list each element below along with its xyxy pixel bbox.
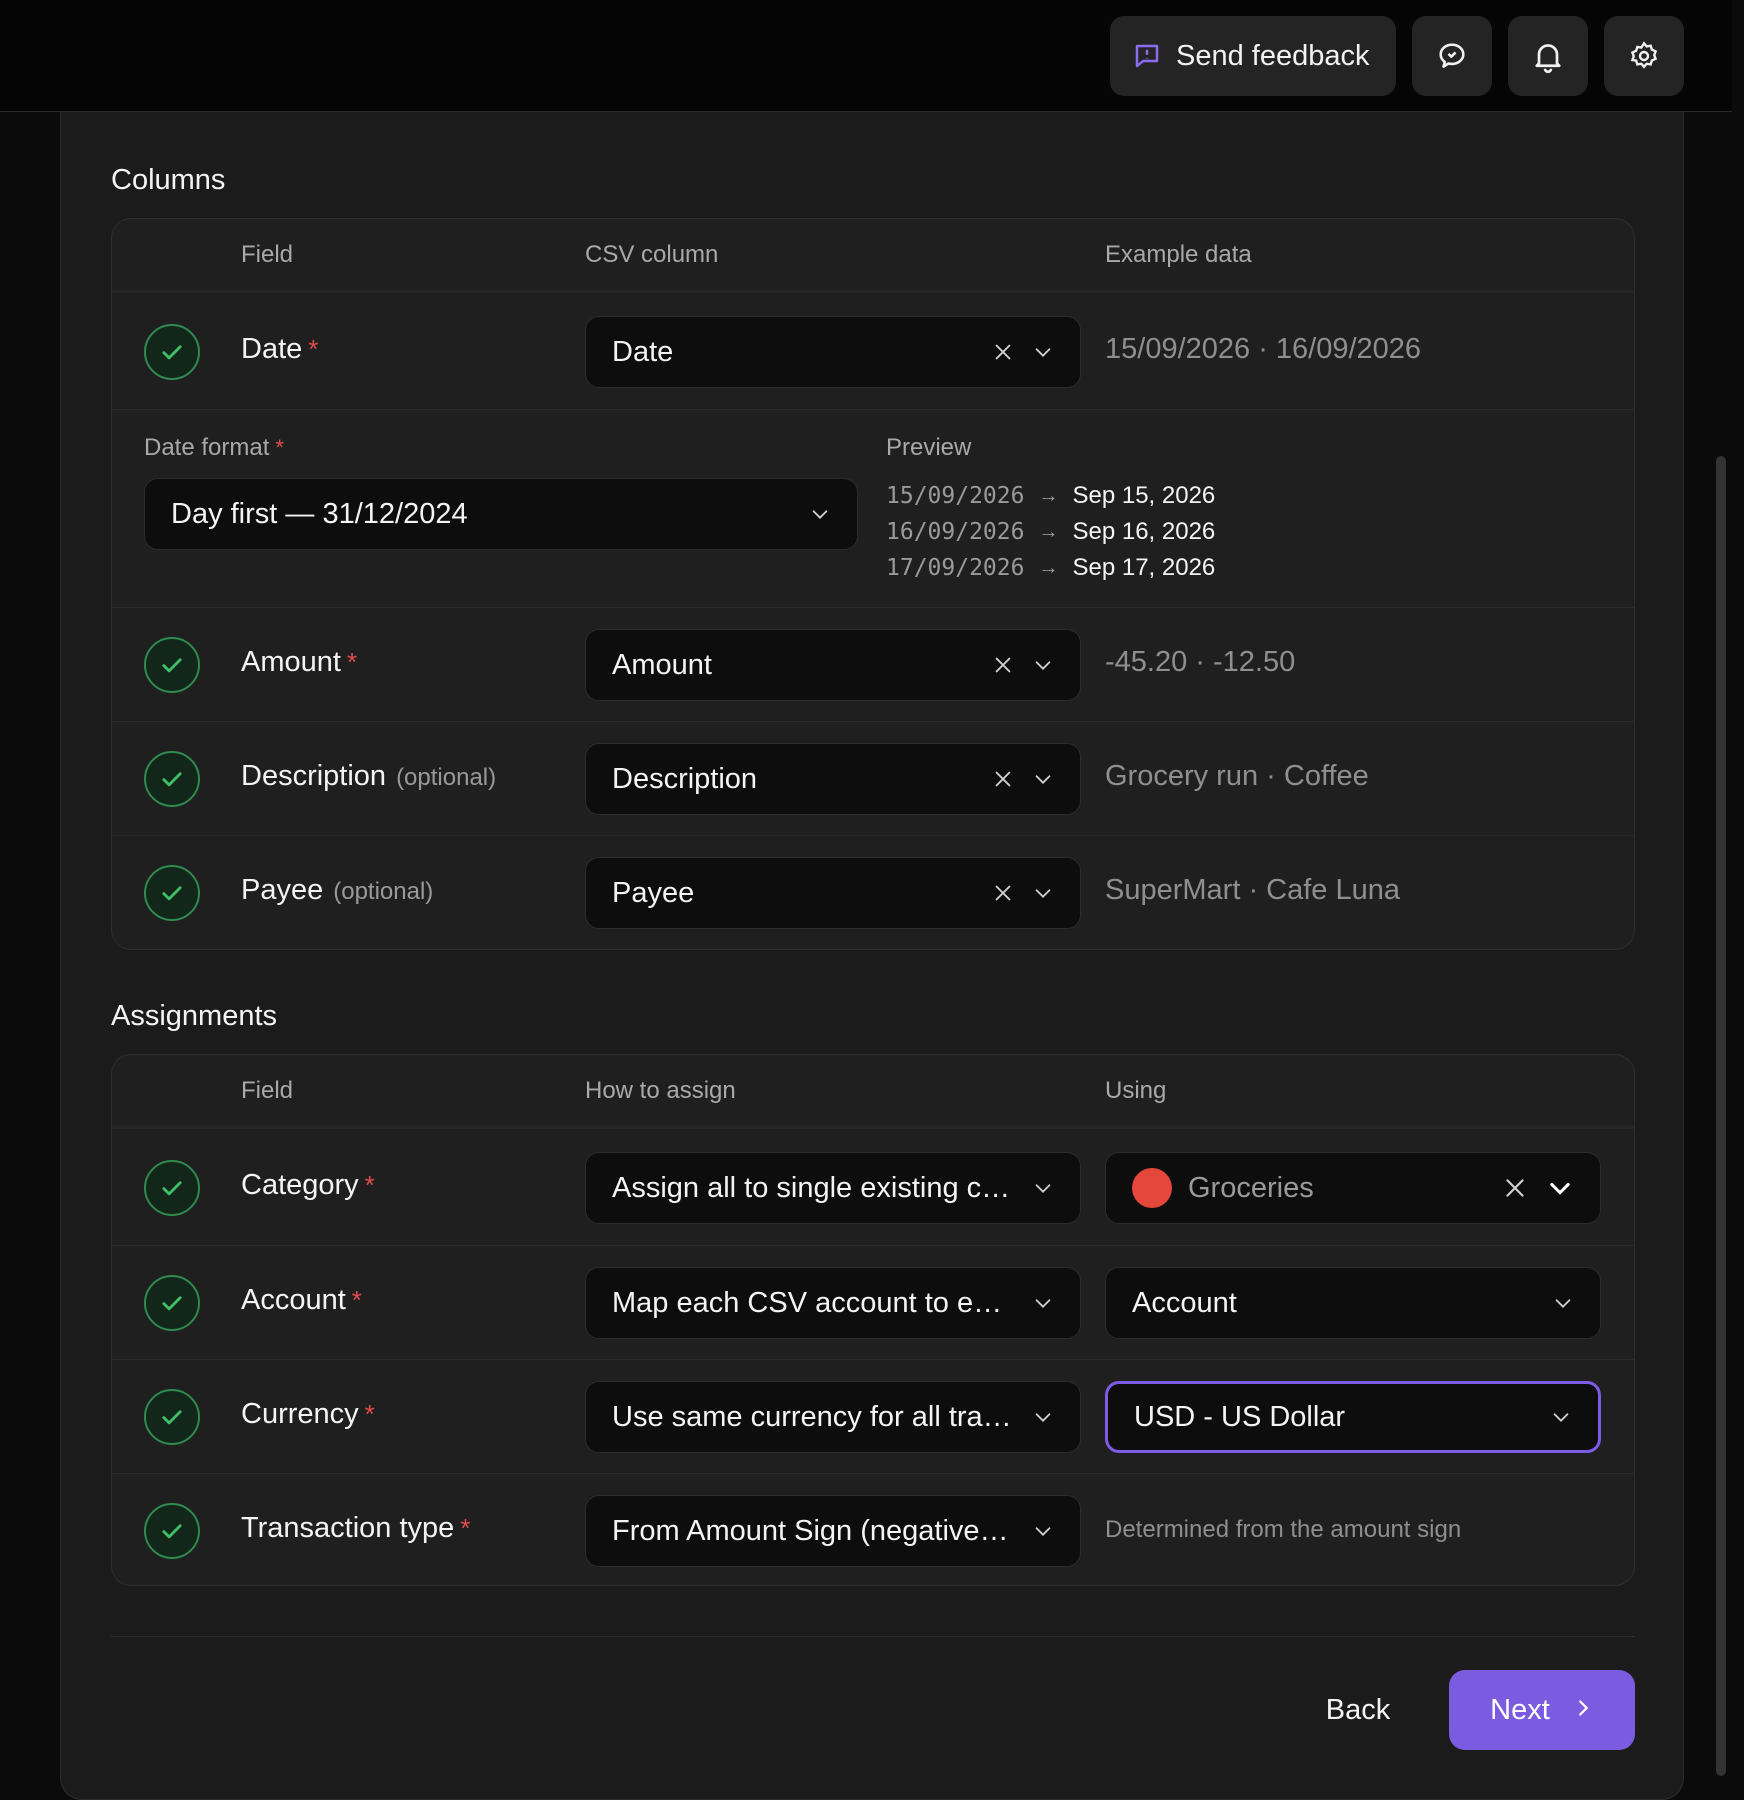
chevron-down-icon[interactable]	[1546, 1174, 1574, 1202]
scrollbar-thumb[interactable]	[1716, 456, 1726, 1776]
footer-divider	[111, 1636, 1635, 1637]
field-label-category: Category *	[241, 1169, 375, 1201]
bell-icon	[1530, 38, 1566, 74]
field-label-account: Account *	[241, 1284, 362, 1316]
date-format-row: Date format * Day first — 31/12/2024 Prev…	[112, 409, 1634, 607]
gear-icon	[1628, 40, 1660, 72]
check-icon	[144, 751, 200, 807]
chat-bubble-icon	[1435, 39, 1469, 73]
header-how-to-assign: How to assign	[585, 1077, 736, 1104]
clear-icon[interactable]	[992, 341, 1014, 363]
transaction-type-row: Transaction type * From Amount Sign (nega…	[112, 1473, 1634, 1585]
arrow-right-icon: →	[1038, 556, 1059, 579]
notifications-button[interactable]	[1508, 16, 1588, 96]
header-example-data: Example data	[1105, 241, 1252, 268]
top-bar: Send feedback	[0, 0, 1732, 112]
account-using-select[interactable]: Account	[1105, 1267, 1601, 1339]
date-format-select[interactable]: Day first — 31/12/2024	[144, 478, 858, 550]
chevron-down-icon	[1032, 1177, 1054, 1199]
date-format-label: Date format *	[144, 434, 284, 461]
chevron-right-icon	[1572, 1697, 1594, 1724]
payee-column-select[interactable]: Payee	[585, 857, 1081, 929]
header-using: Using	[1105, 1077, 1167, 1104]
currency-using-select[interactable]: USD - US Dollar	[1105, 1381, 1601, 1453]
chevron-down-icon[interactable]	[1032, 654, 1054, 676]
import-mapping-card: Columns Field CSV column Example data Da…	[60, 112, 1684, 1800]
check-icon	[144, 1389, 200, 1445]
feedback-icon	[1132, 41, 1162, 71]
date-column-select[interactable]: Date	[585, 316, 1081, 388]
send-feedback-button[interactable]: Send feedback	[1110, 16, 1396, 96]
columns-panel: Field CSV column Example data Date * Date…	[111, 218, 1635, 950]
check-icon	[144, 637, 200, 693]
field-label-transaction-type: Transaction type *	[241, 1512, 471, 1544]
chevron-down-icon	[1550, 1406, 1572, 1428]
field-label-currency: Currency *	[241, 1398, 375, 1430]
chevron-down-icon	[809, 503, 831, 525]
check-icon	[144, 1503, 200, 1559]
scrollbar-track[interactable]	[1730, 112, 1744, 1800]
amount-row: Amount * Amount -45.20 · -12.50	[112, 607, 1634, 721]
transaction-type-method-select[interactable]: From Amount Sign (negative = expense)	[585, 1495, 1081, 1567]
category-row: Category * Assign all to single existing …	[112, 1131, 1634, 1245]
clear-icon[interactable]	[992, 654, 1014, 676]
preview-label: Preview	[886, 434, 972, 461]
field-label-description: Description (optional)	[241, 760, 497, 792]
category-method-select[interactable]: Assign all to single existing category	[585, 1152, 1081, 1224]
currency-row: Currency * Use same currency for all tran…	[112, 1359, 1634, 1473]
description-row: Description (optional) Description Grocer…	[112, 721, 1634, 835]
preview-line: 17/09/2026 → Sep 17, 2026	[886, 554, 1216, 581]
chevron-down-icon[interactable]	[1032, 882, 1054, 904]
arrow-right-icon: →	[1038, 484, 1059, 507]
back-button[interactable]: Back	[1306, 1680, 1410, 1740]
amount-column-select[interactable]: Amount	[585, 629, 1081, 701]
check-icon	[144, 865, 200, 921]
arrow-right-icon: →	[1038, 520, 1059, 543]
amount-example: -45.20 · -12.50	[1105, 646, 1296, 678]
preview-line: 16/09/2026 → Sep 16, 2026	[886, 518, 1216, 545]
next-button[interactable]: Next	[1449, 1670, 1635, 1750]
transaction-type-note: Determined from the amount sign	[1105, 1516, 1462, 1543]
payee-row: Payee (optional) Payee SuperMart · Cafe L…	[112, 835, 1634, 949]
check-icon	[144, 1275, 200, 1331]
clear-icon[interactable]	[1502, 1175, 1528, 1201]
check-icon	[144, 1160, 200, 1216]
clear-icon[interactable]	[992, 882, 1014, 904]
assignments-title: Assignments	[111, 1000, 278, 1032]
field-label-payee: Payee (optional)	[241, 874, 434, 906]
category-color-dot	[1132, 1168, 1172, 1208]
payee-example: SuperMart · Cafe Luna	[1105, 874, 1400, 906]
preview-line: 15/09/2026 → Sep 15, 2026	[886, 482, 1216, 509]
chevron-down-icon	[1032, 1406, 1054, 1428]
chevron-down-icon	[1032, 1520, 1054, 1542]
account-method-select[interactable]: Map each CSV account to existing account	[585, 1267, 1081, 1339]
assignments-header: Field How to assign Using	[112, 1055, 1634, 1129]
chevron-down-icon[interactable]	[1032, 768, 1054, 790]
chevron-down-icon	[1032, 1292, 1054, 1314]
date-row: Date * Date 15/09/2026 · 16/09/2026	[112, 295, 1634, 409]
account-row: Account* Map each CSV account to existin…	[112, 1245, 1634, 1359]
chat-button[interactable]	[1412, 16, 1492, 96]
clear-icon[interactable]	[992, 768, 1014, 790]
chevron-down-icon[interactable]	[1032, 341, 1054, 363]
columns-header: Field CSV column Example data	[112, 219, 1634, 293]
date-example: 15/09/2026 · 16/09/2026	[1105, 333, 1422, 365]
field-label-amount: Amount *	[241, 646, 358, 678]
description-example: Grocery run · Coffee	[1105, 760, 1369, 792]
header-field: Field	[241, 241, 294, 268]
header-csv-column: CSV column	[585, 241, 719, 268]
chevron-down-icon	[1552, 1292, 1574, 1314]
category-using-select[interactable]: Groceries	[1105, 1152, 1601, 1224]
field-label-date: Date *	[241, 333, 319, 365]
check-icon	[144, 324, 200, 380]
description-column-select[interactable]: Description	[585, 743, 1081, 815]
settings-button[interactable]	[1604, 16, 1684, 96]
send-feedback-label: Send feedback	[1176, 39, 1370, 72]
header-field: Field	[241, 1077, 294, 1104]
columns-title: Columns	[111, 164, 226, 196]
assignments-panel: Field How to assign Using Category * Assi…	[111, 1054, 1635, 1586]
currency-method-select[interactable]: Use same currency for all transactions	[585, 1381, 1081, 1453]
